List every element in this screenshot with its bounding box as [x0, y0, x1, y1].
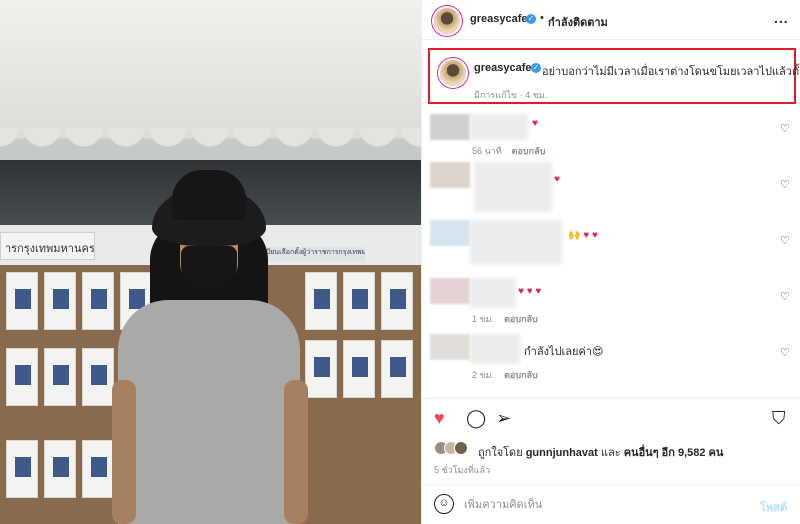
poster — [6, 272, 38, 330]
likes-prefix: ถูกใจโดย — [478, 447, 523, 459]
comment-emoji: 😍 — [591, 346, 604, 358]
comment-composer: ☺ โพสต์ — [422, 484, 800, 524]
post-photo[interactable]: ทะเบียนเลือกตั้งผู้ว่าราชการกรุงเทพมหานค… — [0, 0, 421, 524]
follow-status-button[interactable]: กำลังติดตาม — [548, 13, 608, 31]
liker-username[interactable]: gunnjunhavat — [526, 447, 598, 459]
comment-like-icon[interactable]: ♡ — [780, 346, 790, 359]
photo-board-header-text: ทะเบียนเลือกตั้งผู้ว่าราชการกรุงเทพมหานค… — [255, 247, 365, 261]
poster — [82, 348, 114, 406]
comment-text-blurred — [470, 220, 562, 264]
comment-avatar-blurred[interactable] — [430, 220, 470, 246]
person-arm-left — [112, 380, 136, 524]
header-username[interactable]: greasycafe — [470, 13, 528, 25]
comment-text-blurred — [470, 114, 528, 140]
comment-time: 2 ชม. — [472, 370, 495, 380]
caption-highlight: greasycafe ✓ อย่าบอกว่าไม่มีเวลาเมื่อเรา… — [428, 48, 800, 104]
comment-text-blurred — [470, 278, 516, 308]
poster — [44, 440, 76, 498]
comment-time: 1 ชม. — [472, 314, 495, 324]
comment-reactions: ♥ ♥ ♥ — [518, 286, 542, 297]
caption-username[interactable]: greasycafe — [474, 62, 532, 74]
comment-time: 56 นาที — [472, 146, 502, 156]
comment-text-blurred — [470, 334, 520, 364]
comment-bubble-icon[interactable]: ◯ — [466, 408, 486, 428]
reply-button[interactable]: ตอบกลับ — [504, 314, 538, 324]
comment-like-icon[interactable]: ♡ — [780, 234, 790, 247]
comment-like-icon[interactable]: ♡ — [780, 178, 790, 191]
comment-reactions: 🙌 ♥ ♥ — [568, 230, 598, 241]
post-timestamp[interactable]: 5 ชั่วโมงที่แล้ว — [434, 463, 490, 477]
person-hat-crown — [172, 170, 246, 220]
comment-text-blurred — [474, 162, 552, 212]
comment-reactions: ♥ — [554, 174, 560, 185]
person-shirt — [118, 300, 300, 524]
poster-row-5 — [305, 340, 413, 398]
post-header: greasycafe ✓ • กำลังติดตาม ... — [422, 0, 800, 40]
caption-meta: มีการแก้ไข · 4 ชม. — [474, 90, 548, 100]
save-bookmark-icon[interactable]: ⛉ — [772, 408, 786, 428]
likes-and: และ — [600, 447, 621, 459]
poster — [305, 340, 337, 398]
post-actions: ♥ ◯ ➢ ⛉ — [422, 398, 800, 438]
comment-meta: 56 นาที ตอบกลับ — [472, 144, 545, 158]
poster — [381, 340, 413, 398]
poster — [82, 272, 114, 330]
poster-row-3 — [6, 440, 114, 498]
comment-avatar-blurred[interactable] — [430, 278, 470, 304]
comment-meta: 2 ชม. ตอบกลับ — [472, 368, 538, 382]
comment-meta: 1 ชม. ตอบกลับ — [472, 312, 538, 326]
header-avatar[interactable] — [434, 8, 460, 34]
emoji-icon[interactable]: ☺ — [434, 494, 454, 514]
poster — [6, 348, 38, 406]
post-comment-button[interactable]: โพสต์ — [760, 498, 787, 516]
comment-avatar-blurred[interactable] — [430, 334, 470, 360]
like-heart-icon[interactable]: ♥ — [434, 408, 445, 428]
share-paper-plane-icon[interactable]: ➢ — [496, 408, 511, 428]
more-options-icon[interactable]: ... — [774, 10, 789, 26]
poster — [6, 440, 38, 498]
comment-input[interactable] — [464, 495, 744, 515]
likes-summary: ถูกใจโดย gunnjunhavat และ คนอื่นๆ อีก 9,… — [434, 440, 800, 461]
poster — [343, 272, 375, 330]
poster — [381, 272, 413, 330]
person-mask — [181, 246, 237, 288]
photo-banner: ารกรุงเทพมหานคร — [0, 232, 95, 260]
comment-text: กำลังไปเลยค่า😍 — [524, 342, 603, 360]
poster — [82, 440, 114, 498]
poster — [305, 272, 337, 330]
person-arm-right — [284, 380, 308, 524]
photo-tent — [0, 0, 421, 140]
comment-reactions: ♥ — [532, 118, 538, 129]
header-separator: • — [540, 12, 544, 24]
comment-like-icon[interactable]: ♡ — [780, 122, 790, 135]
caption-text: อย่าบอกว่าไม่มีเวลาเมื่อเราต่างโดนขโมยเว… — [542, 66, 800, 78]
comment-like-icon[interactable]: ♡ — [780, 290, 790, 303]
comment-text-body: กำลังไปเลยค่า — [524, 346, 592, 358]
poster — [44, 348, 76, 406]
reply-button[interactable]: ตอบกลับ — [504, 370, 538, 380]
liker-avatar[interactable] — [454, 441, 468, 455]
poster — [44, 272, 76, 330]
poster — [343, 340, 375, 398]
likes-text: ถูกใจโดย gunnjunhavat และ คนอื่นๆ อีก 9,… — [478, 443, 723, 461]
likes-count-link[interactable]: คนอื่นๆ อีก 9,582 คน — [624, 447, 724, 459]
comment-avatar-blurred[interactable] — [430, 114, 470, 140]
poster-row-4 — [305, 272, 413, 330]
post-panel: greasycafe ✓ • กำลังติดตาม ... greasycaf… — [421, 0, 800, 524]
caption-avatar[interactable] — [440, 60, 466, 86]
reply-button[interactable]: ตอบกลับ — [512, 146, 546, 156]
verified-icon: ✓ — [526, 14, 536, 24]
verified-icon: ✓ — [531, 63, 541, 73]
comment-avatar-blurred[interactable] — [430, 162, 470, 188]
